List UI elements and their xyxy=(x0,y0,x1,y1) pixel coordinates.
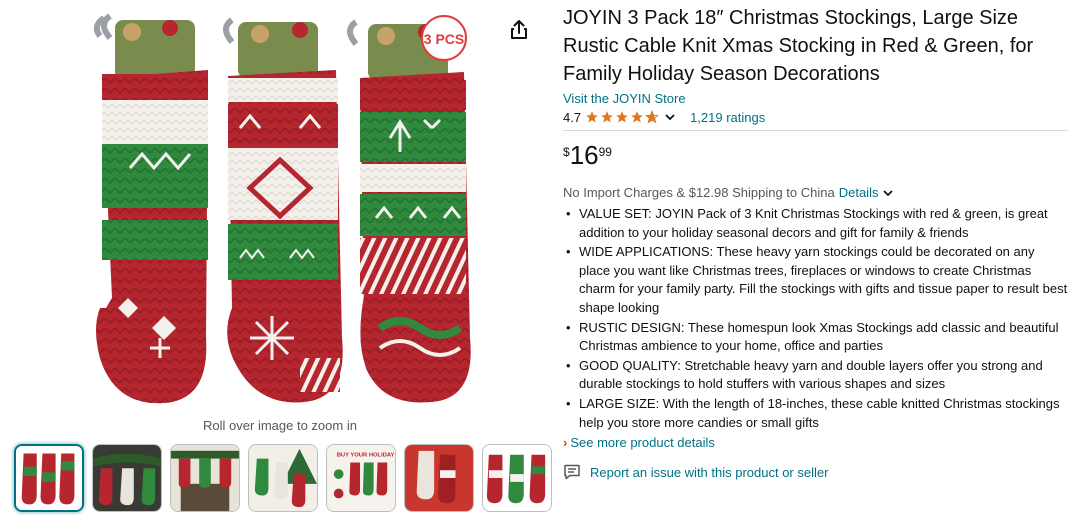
price: $ 16 99 xyxy=(563,141,1068,173)
feature-bullet: WIDE APPLICATIONS: These heavy yarn stoc… xyxy=(563,243,1068,317)
price-whole: 16 xyxy=(569,140,599,170)
price-fraction: 99 xyxy=(598,145,612,159)
star-icon xyxy=(601,111,613,123)
stocking-right xyxy=(347,19,471,403)
star-icon xyxy=(631,111,643,123)
chevron-down-icon[interactable] xyxy=(881,187,895,199)
main-product-image[interactable]: 3 PCS xyxy=(60,8,500,412)
zoom-hint: Roll over image to zoom in xyxy=(203,418,357,433)
pcs-badge: 3 PCS xyxy=(421,15,467,61)
shipping-details-link[interactable]: Details xyxy=(839,185,879,200)
product-title: JOYIN 3 Pack 18″ Christmas Stockings, La… xyxy=(563,7,1034,85)
stocking-left xyxy=(93,13,208,404)
share-button[interactable] xyxy=(507,18,531,42)
thumbnail-holiday-promo[interactable]: BUY YOUR HOLIDAY xyxy=(326,444,396,512)
star-partial-icon xyxy=(645,110,660,124)
divider xyxy=(563,130,1068,131)
ratings-count-link[interactable]: 1,219 ratings xyxy=(690,110,765,125)
thumbnail-mantel-scene[interactable] xyxy=(92,444,162,512)
thumbnail-red-background[interactable] xyxy=(404,444,474,512)
report-issue-link[interactable]: Report an issue with this product or sel… xyxy=(563,464,1068,480)
stocking-middle xyxy=(223,17,343,403)
thumbnail-stockings-trio[interactable] xyxy=(14,444,84,512)
feature-bullets: VALUE SET: JOYIN Pack of 3 Knit Christma… xyxy=(563,205,1068,432)
chevron-down-icon[interactable] xyxy=(664,111,676,123)
feature-bullet: VALUE SET: JOYIN Pack of 3 Knit Christma… xyxy=(563,205,1068,242)
pcs-badge-text: 3 PCS xyxy=(424,31,464,47)
price-symbol: $ xyxy=(563,145,570,159)
thumbnail-fireplace-scene[interactable] xyxy=(170,444,240,512)
rating-value: 4.7 xyxy=(563,109,582,125)
shipping-info: No Import Charges & $12.98 Shipping to C… xyxy=(563,185,1068,200)
share-icon xyxy=(511,20,527,39)
product-details: JOYIN 3 Pack 18″ Christmas Stockings, La… xyxy=(563,4,1068,480)
store-link[interactable]: Visit the JOYIN Store xyxy=(563,91,1068,106)
shipping-text: No Import Charges & $12.98 Shipping to C… xyxy=(563,185,835,200)
feature-bullet: GOOD QUALITY: Stretchable heavy yarn and… xyxy=(563,357,1068,394)
chevron-right-icon: › xyxy=(563,435,568,451)
thumbnail-strip: BUY YOUR HOLIDAY xyxy=(14,444,552,512)
star-icon xyxy=(616,111,628,123)
promo-thumb-text: BUY YOUR HOLIDAY xyxy=(337,453,395,459)
star-icon xyxy=(586,111,598,123)
see-more-label: See more product details xyxy=(570,435,715,451)
feature-bullet: LARGE SIZE: With the length of 18-inches… xyxy=(563,395,1068,432)
report-issue-label: Report an issue with this product or sel… xyxy=(590,464,829,480)
star-rating[interactable] xyxy=(585,110,660,124)
thumbnail-stockings-trio-alt[interactable] xyxy=(482,444,552,512)
thumbnail-tree-scene[interactable] xyxy=(248,444,318,512)
feature-bullet: RUSTIC DESIGN: These homespun look Xmas … xyxy=(563,319,1068,356)
see-more-details-link[interactable]: › See more product details xyxy=(563,435,1068,450)
report-icon xyxy=(564,464,580,480)
rating-row: 4.7 1,219 ratings xyxy=(563,108,1068,126)
